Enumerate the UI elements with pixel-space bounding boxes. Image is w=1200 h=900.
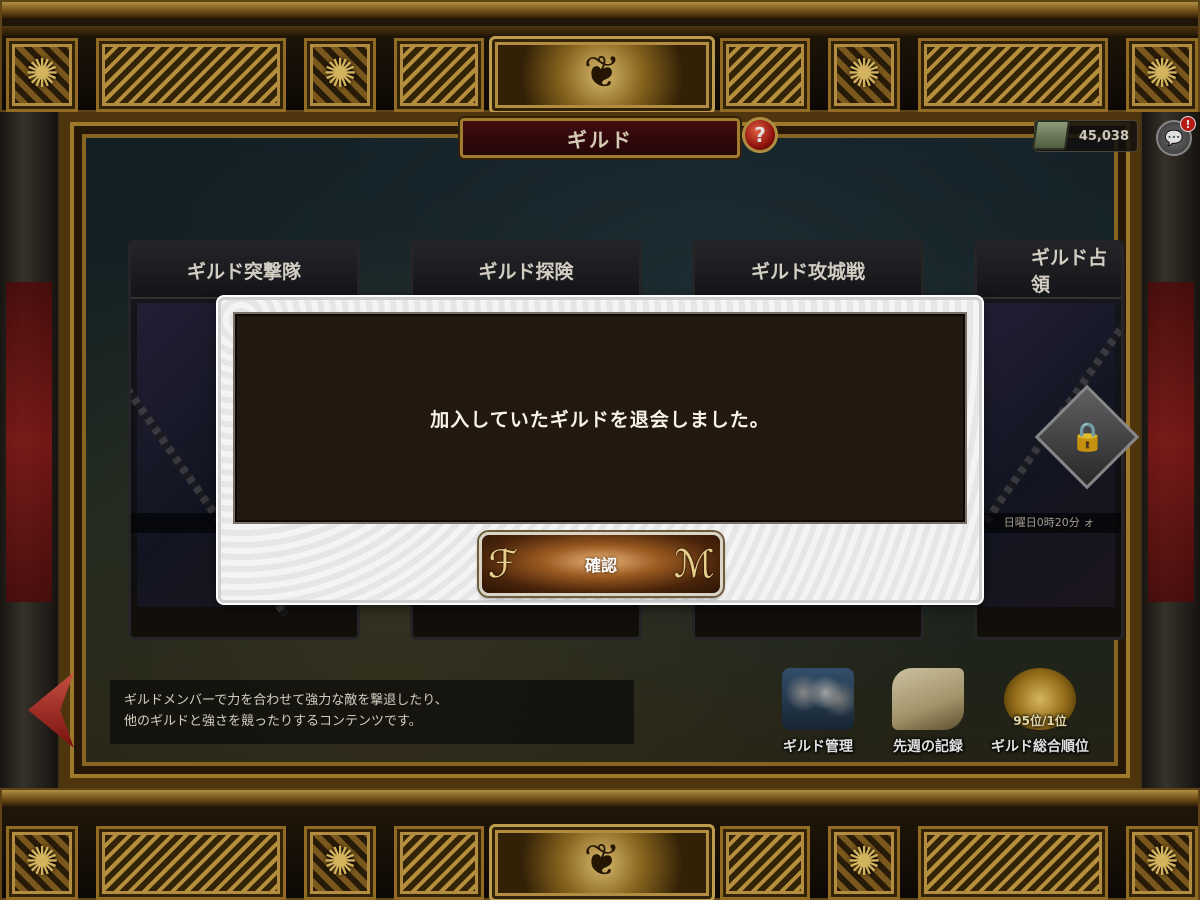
dialog-body: 加入していたギルドを退会しました。 <box>233 312 967 524</box>
flourish-right-icon: ℳ <box>674 542 715 586</box>
confirm-button[interactable]: ℱ 確認 ℳ <box>479 532 723 596</box>
dialog-message: 加入していたギルドを退会しました。 <box>430 408 770 431</box>
confirm-button-label: 確認 <box>584 556 617 575</box>
flourish-left-icon: ℱ <box>488 542 518 586</box>
guild-left-dialog: 加入していたギルドを退会しました。 ℱ 確認 ℳ <box>218 297 982 603</box>
